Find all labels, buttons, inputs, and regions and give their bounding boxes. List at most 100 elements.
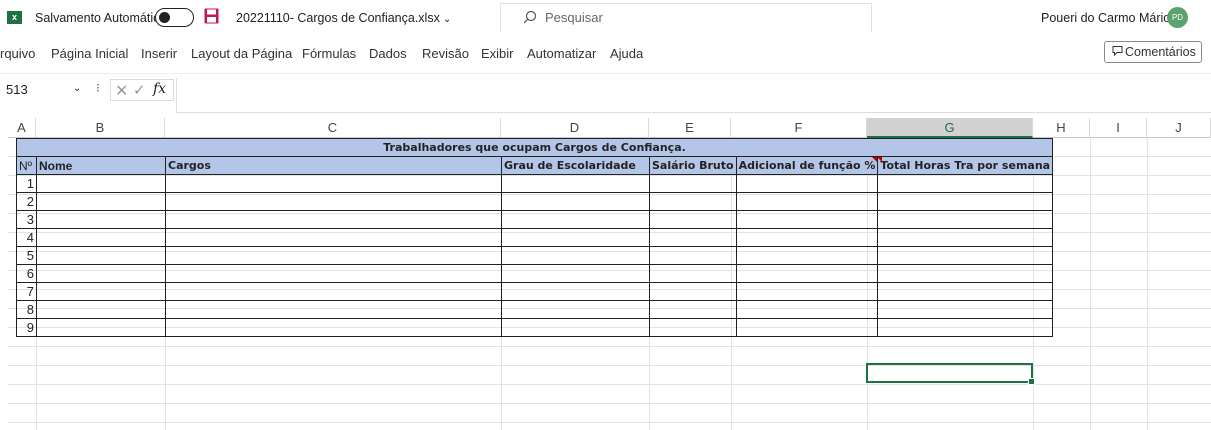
- table-cell[interactable]: [877, 264, 1054, 283]
- table-cell[interactable]: [649, 174, 737, 193]
- table-cell[interactable]: [877, 228, 1054, 247]
- header-salario-bruto[interactable]: Salário Bruto: [649, 156, 737, 175]
- column-header-d[interactable]: D: [501, 118, 649, 138]
- table-row[interactable]: 6: [16, 264, 1054, 283]
- name-box[interactable]: 513 ⌄: [0, 80, 92, 100]
- table-cell[interactable]: [501, 282, 650, 301]
- table-cell[interactable]: [877, 192, 1054, 211]
- save-icon[interactable]: [204, 8, 219, 24]
- table-row[interactable]: 7: [16, 282, 1054, 301]
- table-cell[interactable]: [501, 318, 650, 337]
- table-cell[interactable]: [36, 282, 166, 301]
- table-cell[interactable]: [36, 318, 166, 337]
- enter-icon[interactable]: ✓: [133, 81, 146, 99]
- comment-indicator-icon[interactable]: [878, 157, 883, 162]
- tab-pagina-inicial[interactable]: Página Inicial: [51, 46, 128, 61]
- table-cell[interactable]: [501, 228, 650, 247]
- table-cell[interactable]: [36, 228, 166, 247]
- header-numero[interactable]: Nº: [16, 156, 37, 175]
- table-cell[interactable]: [735, 300, 879, 319]
- table-cell[interactable]: [877, 246, 1054, 265]
- table-cell[interactable]: [735, 246, 879, 265]
- table-cell[interactable]: [735, 282, 879, 301]
- row-number[interactable]: 3: [16, 210, 37, 229]
- header-adicional-de-funcao[interactable]: Adicional de função %: [735, 156, 879, 175]
- row-number[interactable]: 9: [16, 318, 37, 337]
- table-cell[interactable]: [165, 228, 502, 247]
- table-cell[interactable]: [649, 246, 737, 265]
- table-cell[interactable]: [36, 300, 166, 319]
- row-number[interactable]: 5: [16, 246, 37, 265]
- table-cell[interactable]: [36, 210, 166, 229]
- comment-indicator-icon[interactable]: [872, 157, 877, 162]
- table-cell[interactable]: [735, 174, 879, 193]
- table-row[interactable]: 4: [16, 228, 1054, 247]
- table-cell[interactable]: [165, 318, 502, 337]
- table-row[interactable]: 5: [16, 246, 1054, 265]
- table-cell[interactable]: [649, 228, 737, 247]
- table-cell[interactable]: [36, 264, 166, 283]
- tab-layout-da-pagina[interactable]: Layout da Página: [191, 46, 292, 61]
- tab-arquivo[interactable]: rquivo: [0, 46, 35, 61]
- table-cell[interactable]: [165, 174, 502, 193]
- column-header-b[interactable]: B: [36, 118, 165, 138]
- table-cell[interactable]: [877, 318, 1054, 337]
- tab-exibir[interactable]: Exibir: [481, 46, 514, 61]
- column-header-g[interactable]: G: [867, 118, 1033, 138]
- table-row[interactable]: 9: [16, 318, 1054, 337]
- tab-revisao[interactable]: Revisão: [422, 46, 469, 61]
- table-title[interactable]: Trabalhadores que ocupam Cargos de Confi…: [15, 138, 1054, 157]
- cancel-icon[interactable]: ✕: [115, 81, 128, 101]
- header-cargos[interactable]: Cargos: [165, 156, 502, 175]
- column-header-f[interactable]: F: [731, 118, 867, 138]
- avatar[interactable]: PD: [1167, 7, 1188, 28]
- table-cell[interactable]: [501, 264, 650, 283]
- search-box[interactable]: Pesquisar: [500, 3, 872, 32]
- table-cell[interactable]: [501, 192, 650, 211]
- table-cell[interactable]: [649, 318, 737, 337]
- table-cell[interactable]: [649, 264, 737, 283]
- table-cell[interactable]: [36, 246, 166, 265]
- table-cell[interactable]: [735, 228, 879, 247]
- column-header-h[interactable]: H: [1033, 118, 1090, 138]
- autosave-toggle[interactable]: [155, 8, 194, 27]
- table-cell[interactable]: [165, 264, 502, 283]
- header-grau-de-escolaridade[interactable]: Grau de Escolaridade: [501, 156, 650, 175]
- table-cell[interactable]: [501, 246, 650, 265]
- table-cell[interactable]: [649, 282, 737, 301]
- table-cell[interactable]: [649, 192, 737, 211]
- table-cell[interactable]: [165, 210, 502, 229]
- table-row[interactable]: 3: [16, 210, 1054, 229]
- row-number[interactable]: 1: [16, 174, 37, 193]
- tab-automatizar[interactable]: Automatizar: [527, 46, 596, 61]
- table-cell[interactable]: [735, 264, 879, 283]
- column-header-c[interactable]: C: [165, 118, 501, 138]
- row-number[interactable]: 4: [16, 228, 37, 247]
- formula-input[interactable]: [176, 78, 1211, 113]
- table-cell[interactable]: [165, 282, 502, 301]
- worksheet-grid[interactable]: A B C D E F G H I J Trabalhadores que oc…: [0, 118, 1211, 430]
- table-cell[interactable]: [877, 282, 1054, 301]
- row-number[interactable]: 7: [16, 282, 37, 301]
- table-cell[interactable]: [735, 192, 879, 211]
- table-cell[interactable]: [165, 246, 502, 265]
- table-cell[interactable]: [501, 210, 650, 229]
- column-header-i[interactable]: I: [1090, 118, 1147, 138]
- row-number[interactable]: 6: [16, 264, 37, 283]
- table-cell[interactable]: [649, 300, 737, 319]
- table-cell[interactable]: [501, 174, 650, 193]
- user-name[interactable]: Poueri do Carmo Mário: [1041, 11, 1170, 25]
- table-cell[interactable]: [877, 174, 1054, 193]
- table-row[interactable]: 1: [16, 174, 1054, 193]
- table-cell[interactable]: [877, 210, 1054, 229]
- table-cell[interactable]: [165, 300, 502, 319]
- tab-inserir[interactable]: Inserir: [141, 46, 177, 61]
- header-nome[interactable]: Nome: [36, 156, 166, 175]
- tab-dados[interactable]: Dados: [369, 46, 407, 61]
- table-cell[interactable]: [165, 192, 502, 211]
- tab-formulas[interactable]: Fórmulas: [302, 46, 356, 61]
- table-cell[interactable]: [649, 210, 737, 229]
- table-cell[interactable]: [877, 300, 1054, 319]
- row-number[interactable]: 2: [16, 192, 37, 211]
- column-header-e[interactable]: E: [649, 118, 731, 138]
